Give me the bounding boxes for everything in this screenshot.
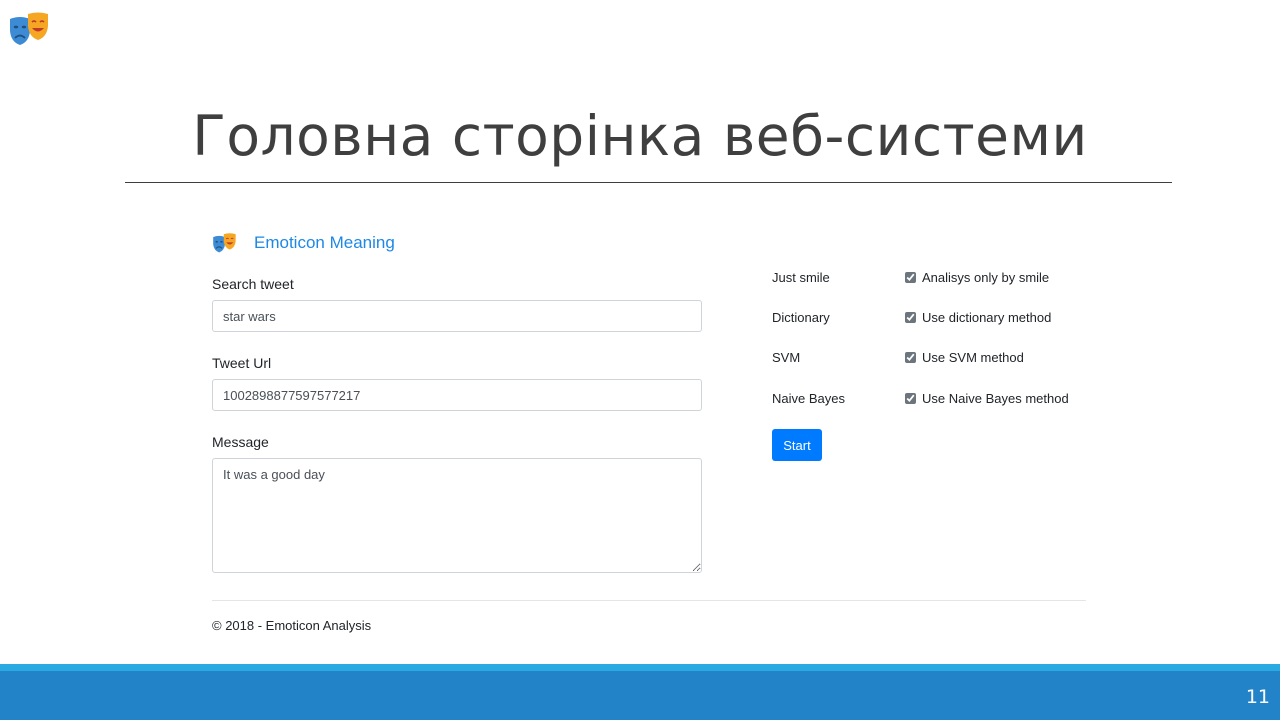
slide-title: Головна сторінка веб-системи: [192, 104, 1088, 168]
start-button[interactable]: Start: [772, 429, 822, 461]
search-tweet-label: Search tweet: [212, 276, 294, 292]
option-naive-bayes: Naive Bayes Use Naive Bayes method: [772, 389, 1092, 409]
message-label: Message: [212, 434, 269, 450]
theater-masks-icon: [213, 233, 236, 253]
title-divider: [125, 182, 1172, 183]
option-svm: SVM Use SVM method: [772, 348, 1092, 368]
option-label: Naive Bayes: [772, 391, 845, 406]
option-just-smile: Just smile Analisys only by smile: [772, 268, 1092, 288]
theater-masks-icon: [10, 12, 48, 45]
naive-bayes-checkbox[interactable]: [905, 393, 916, 404]
dictionary-checkbox[interactable]: [905, 312, 916, 323]
navbar-brand[interactable]: Emoticon Meaning: [212, 232, 395, 254]
checkbox-label[interactable]: Analisys only by smile: [922, 268, 1049, 288]
option-label: SVM: [772, 350, 801, 365]
checkbox-label[interactable]: Use dictionary method: [922, 308, 1051, 328]
tweet-url-label: Tweet Url: [212, 355, 272, 371]
search-tweet-input[interactable]: [212, 300, 702, 332]
checkbox-label[interactable]: Use SVM method: [922, 348, 1024, 368]
web-page-screenshot: Emoticon Meaning Search tweet Tweet Url …: [212, 222, 1086, 642]
just-smile-checkbox[interactable]: [905, 272, 916, 283]
message-textarea[interactable]: It was a good day: [212, 458, 702, 573]
option-label: Just smile: [772, 270, 830, 285]
footer-accent-bar: [0, 664, 1280, 671]
footer-copyright: © 2018 - Emoticon Analysis: [212, 618, 372, 633]
brand-title: Emoticon Meaning: [254, 233, 395, 252]
option-label: Dictionary: [772, 310, 830, 325]
footer-bar: [0, 671, 1280, 720]
option-dictionary: Dictionary Use dictionary method: [772, 308, 1092, 328]
tweet-url-input[interactable]: [212, 379, 702, 411]
footer-divider: [212, 600, 1086, 601]
checkbox-label[interactable]: Use Naive Bayes method: [922, 389, 1069, 409]
svm-checkbox[interactable]: [905, 352, 916, 363]
slide-number: 11: [1245, 686, 1270, 708]
slide: Головна сторінка веб-системи Emoticon Me…: [0, 0, 1280, 720]
